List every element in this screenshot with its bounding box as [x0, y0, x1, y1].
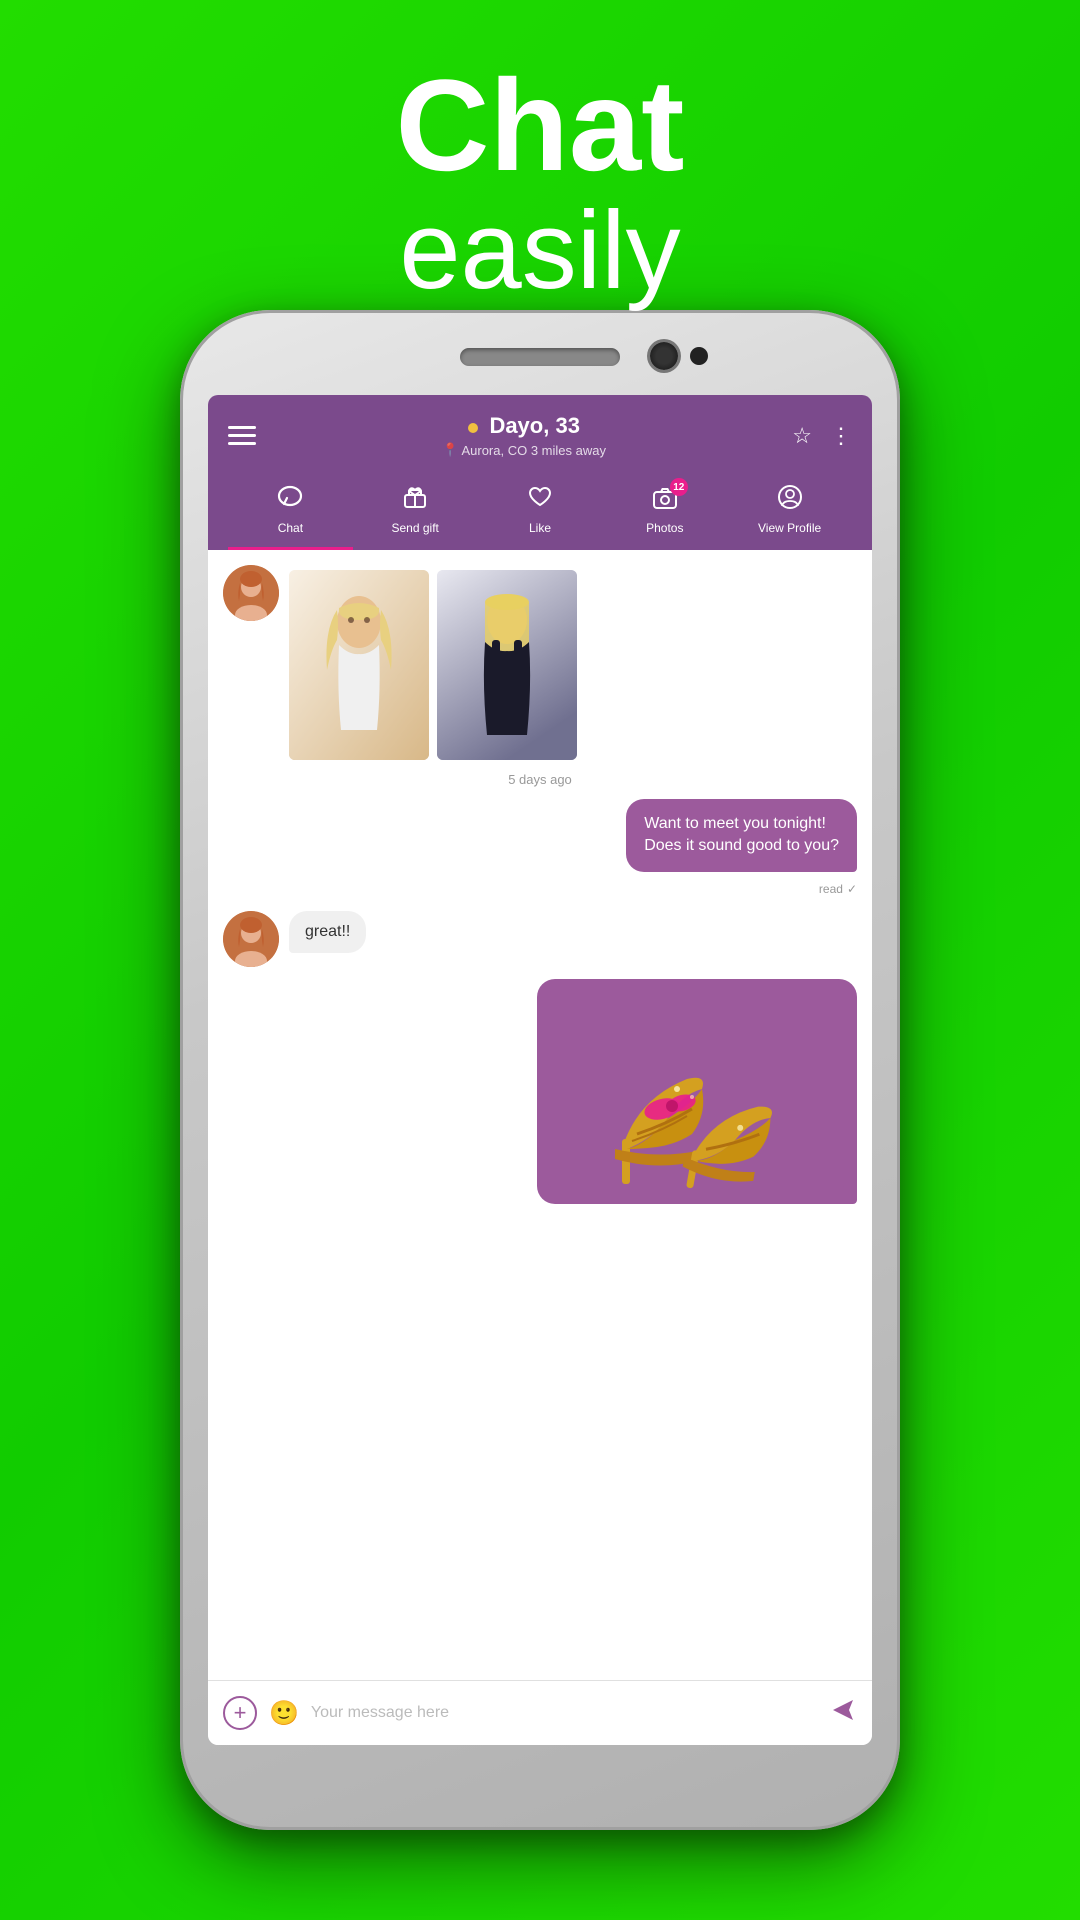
avatar-incoming [223, 565, 279, 621]
outgoing-message-bubble: Want to meet you tonight!Does it sound g… [626, 799, 857, 872]
read-checkmark-icon: ✓ [847, 882, 857, 896]
headline-chat: Chat [0, 60, 1080, 190]
outgoing-message-row: Want to meet you tonight!Does it sound g… [223, 799, 857, 877]
header-actions: ☆ ⋮ [792, 423, 852, 449]
outgoing-gift-row [223, 979, 857, 1204]
tab-like[interactable]: Like [478, 476, 603, 550]
photo-thumbnails [289, 570, 577, 760]
phone-camera [650, 342, 678, 370]
camera-icon: 12 [652, 484, 678, 517]
tab-chat[interactable]: Chat [228, 476, 353, 550]
send-button[interactable] [829, 1696, 857, 1730]
gift-shoes-image [547, 989, 847, 1189]
message-timestamp: 5 days ago [223, 772, 857, 787]
person-circle-icon [777, 484, 803, 517]
gift-message-bubble [537, 979, 857, 1204]
avatar-incoming-2 [223, 911, 279, 967]
tab-send-gift-label: Send gift [392, 521, 439, 535]
phone-screen: Dayo, 33 📍 Aurora, CO 3 miles away ☆ ⋮ [208, 395, 872, 1745]
tab-photos-label: Photos [646, 521, 683, 535]
phone-sensor [690, 347, 708, 365]
header-top: Dayo, 33 📍 Aurora, CO 3 miles away ☆ ⋮ [228, 413, 852, 458]
phone-speaker [460, 348, 620, 366]
profile-name: Dayo, 33 [442, 413, 606, 439]
heart-icon [527, 484, 553, 517]
outgoing-message-text: Want to meet you tonight!Does it sound g… [644, 815, 839, 854]
headline-easily: easily [0, 190, 1080, 311]
photos-badge: 12 [670, 478, 688, 496]
profile-location: 📍 Aurora, CO 3 miles away [442, 442, 606, 458]
favorite-button[interactable]: ☆ [792, 423, 812, 449]
emoji-button[interactable]: 🙂 [269, 1699, 299, 1728]
read-status: read ✓ [223, 882, 857, 896]
incoming-message-text: great!! [305, 923, 350, 940]
online-indicator [468, 423, 478, 433]
tab-view-profile-label: View Profile [758, 521, 821, 535]
header-name-area: Dayo, 33 📍 Aurora, CO 3 miles away [442, 413, 606, 458]
read-label: read [819, 882, 843, 896]
phone-shell: Dayo, 33 📍 Aurora, CO 3 miles away ☆ ⋮ [180, 310, 900, 1830]
input-bar: + 🙂 Your message here [208, 1680, 872, 1745]
tab-photos[interactable]: 12 Photos [602, 476, 727, 550]
message-row-photos [223, 565, 857, 760]
tab-like-label: Like [529, 521, 551, 535]
photo-thumb-1[interactable] [289, 570, 429, 760]
gift-icon [402, 484, 428, 517]
photo-thumb-2[interactable] [437, 570, 577, 760]
app-header: Dayo, 33 📍 Aurora, CO 3 miles away ☆ ⋮ [208, 395, 872, 550]
incoming-message-bubble: great!! [289, 911, 366, 953]
headline-area: Chat easily [0, 60, 1080, 311]
tab-send-gift[interactable]: Send gift [353, 476, 478, 550]
chat-bubble-icon [277, 484, 303, 517]
tab-chat-label: Chat [278, 521, 303, 535]
more-options-button[interactable]: ⋮ [830, 423, 852, 449]
message-input[interactable]: Your message here [311, 1704, 817, 1722]
photo-thumbnails-container [289, 565, 577, 760]
chat-content: 5 days ago Want to meet you tonight!Does… [208, 550, 872, 1725]
tab-view-profile[interactable]: View Profile [727, 476, 852, 550]
hamburger-menu-button[interactable] [228, 426, 256, 445]
incoming-text-row: great!! [223, 911, 857, 967]
location-pin-icon: 📍 [442, 442, 458, 458]
nav-tabs: Chat Send gift [228, 468, 852, 550]
add-attachment-button[interactable]: + [223, 1696, 257, 1730]
